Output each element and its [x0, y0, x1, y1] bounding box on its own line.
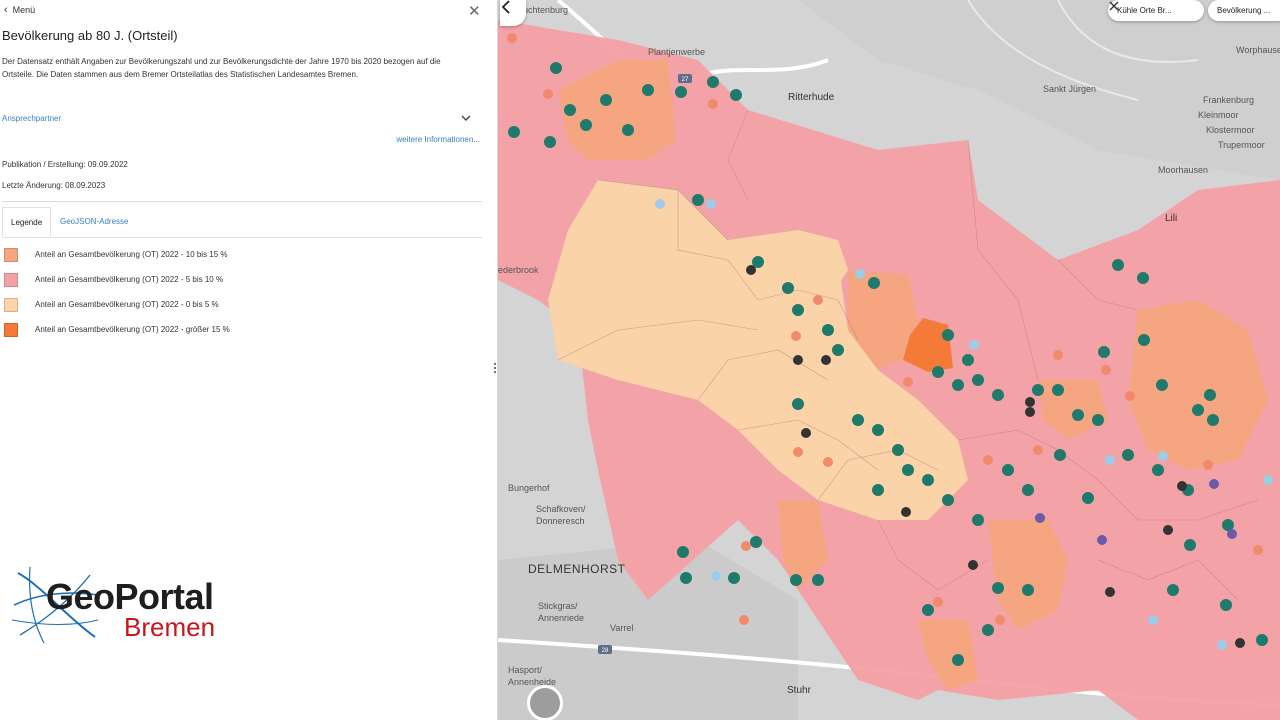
place-label: ederbrook: [498, 265, 539, 275]
legend: Anteil an Gesamtbevölkerung (OT) 2022 - …: [4, 242, 230, 342]
chevron-left-icon: ‹: [4, 4, 8, 16]
place-label: Trupermoor: [1218, 140, 1265, 150]
place-label: Moorhausen: [1158, 165, 1209, 175]
info-panel: ‹ Menü ✕ Bevölkerung ab 80 J. (Ortsteil)…: [0, 0, 498, 720]
legend-swatch: [4, 297, 18, 312]
place-label: Worphausen: [1236, 45, 1280, 55]
close-icon[interactable]: ✕: [468, 2, 481, 20]
map-navigation-control[interactable]: [527, 685, 563, 720]
layer-chip-label: Bevölkerung ...: [1217, 6, 1271, 15]
chevron-left-icon: [501, 0, 510, 14]
tab-geojson[interactable]: GeoJSON-Adresse: [52, 207, 136, 236]
layer-chip-kuehle-orte[interactable]: Kühle Orte Br...: [1108, 0, 1204, 21]
contact-toggle-link[interactable]: Ansprechpartner: [2, 114, 61, 123]
collapse-panel-button[interactable]: [500, 0, 526, 26]
legend-label: Anteil an Gesamtbevölkerung (OT) 2022 - …: [35, 250, 228, 259]
page-title: Bevölkerung ab 80 J. (Ortsteil): [2, 28, 178, 43]
layer-chip-label: Kühle Orte Br...: [1117, 6, 1172, 15]
place-label: Sankt Jürgen: [1043, 84, 1097, 94]
legend-label: Anteil an Gesamtbevölkerung (OT) 2022 - …: [35, 325, 230, 334]
base-map: 27 28: [498, 0, 1280, 720]
place-label: Ritterhude: [788, 92, 835, 103]
place-label: Frankenburg: [1203, 95, 1255, 105]
menu-back-button[interactable]: ‹ Menü: [4, 4, 36, 16]
layer-chip-bevoelkerung[interactable]: Bevölkerung ...: [1208, 0, 1280, 21]
place-label: Hasport/ Annenheide: [508, 665, 557, 687]
place-label: Kleinmoor: [1198, 110, 1239, 120]
divider: [2, 201, 482, 202]
place-label: Stuhr: [787, 685, 811, 696]
place-label: Stickgras/ Annenriede: [538, 601, 585, 623]
road-number: 27: [682, 77, 689, 83]
legend-label: Anteil an Gesamtbevölkerung (OT) 2022 - …: [35, 300, 219, 309]
logo-text-bremen: Bremen: [124, 612, 216, 642]
map-view[interactable]: 27 28 Ritterhude Sankt Jürgen Frankenbur…: [498, 0, 1280, 720]
chevron-down-icon[interactable]: [460, 112, 472, 124]
place-label: DELMENHORST: [528, 562, 626, 576]
menu-label: Menü: [12, 5, 36, 15]
logo-text-geoportal: GeoPortal: [46, 576, 214, 617]
legend-swatch: [4, 247, 18, 262]
place-label: Lili: [1165, 213, 1178, 224]
legend-swatch: [4, 272, 18, 287]
place-label: Klostermoor: [1206, 125, 1255, 135]
legend-item: Anteil an Gesamtbevölkerung (OT) 2022 - …: [4, 267, 230, 292]
place-label: Plantjenwerbe: [648, 47, 706, 57]
place-label: Varrel: [610, 623, 634, 633]
tab-bar: Legende GeoJSON-Adresse: [2, 207, 482, 238]
legend-label: Anteil an Gesamtbevölkerung (OT) 2022 - …: [35, 275, 224, 284]
last-change-date: Letzte Änderung: 08.09.2023: [2, 181, 106, 190]
legend-swatch: [4, 322, 18, 337]
dataset-description: Der Datensatz enthält Angaben zur Bevölk…: [2, 57, 441, 79]
publication-date: Publikation / Erstellung: 09.09.2022: [2, 160, 128, 169]
geoportal-logo: GeoPortal Bremen: [10, 565, 250, 645]
more-info-link[interactable]: weitere Informationen...: [396, 135, 480, 144]
legend-item: Anteil an Gesamtbevölkerung (OT) 2022 - …: [4, 292, 230, 317]
legend-item: Anteil an Gesamtbevölkerung (OT) 2022 - …: [4, 317, 230, 342]
place-label: Schafkoven/ Donneresch: [536, 504, 586, 526]
legend-item: Anteil an Gesamtbevölkerung (OT) 2022 - …: [4, 242, 230, 267]
close-icon[interactable]: [1108, 0, 1120, 12]
tab-legend[interactable]: Legende: [2, 207, 52, 237]
place-label: Bungerhof: [508, 483, 550, 493]
road-number: 28: [602, 648, 609, 654]
